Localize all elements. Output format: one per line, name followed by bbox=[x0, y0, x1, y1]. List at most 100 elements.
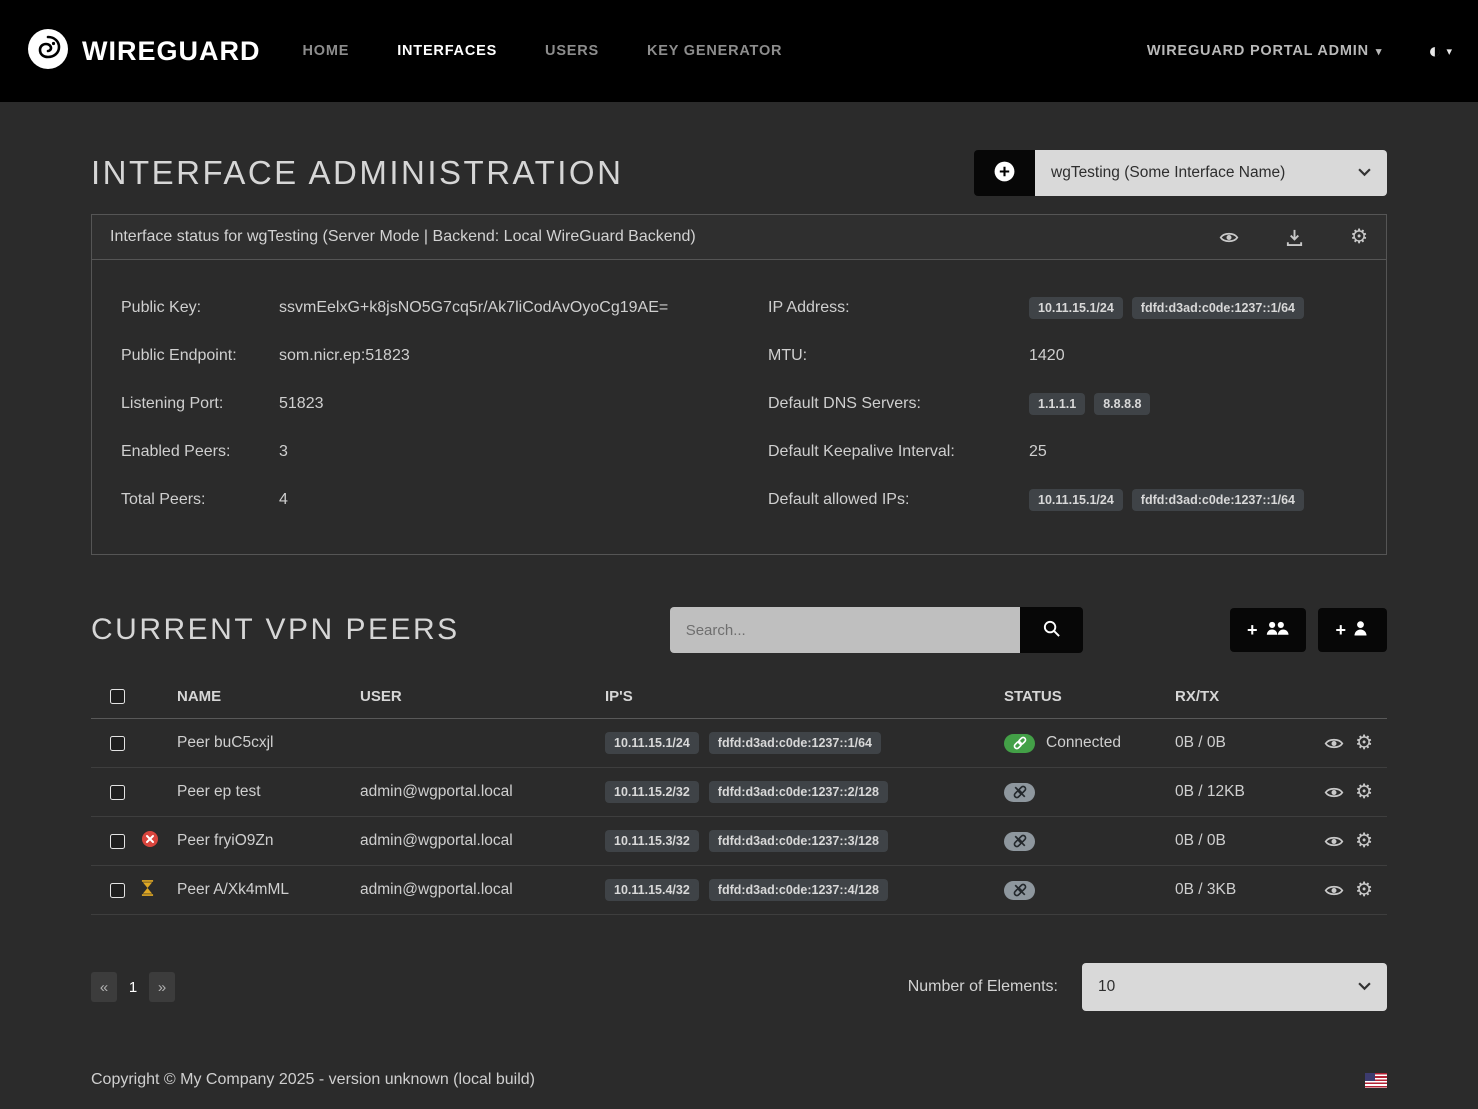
view-peer-eye-icon[interactable] bbox=[1324, 736, 1344, 751]
nav-item-users[interactable]: USERS bbox=[545, 43, 599, 59]
elements-per-page-select[interactable]: 10 bbox=[1082, 963, 1387, 1011]
detail-value: 3 bbox=[279, 443, 288, 461]
peer-actions: ⚙ bbox=[1317, 733, 1387, 753]
footer: Copyright © My Company 2025 - version un… bbox=[0, 1051, 1478, 1109]
show-config-eye-icon[interactable] bbox=[1219, 230, 1239, 245]
language-us-flag-icon[interactable] bbox=[1365, 1073, 1387, 1088]
header-ips: IP'S bbox=[605, 688, 1004, 705]
edit-peer-gear-icon[interactable]: ⚙ bbox=[1355, 782, 1373, 802]
header-name: NAME bbox=[177, 688, 360, 705]
peer-rxtx: 0B / 3KB bbox=[1175, 881, 1317, 899]
peer-table-row: Peer fryiO9Znadmin@wgportal.local10.11.1… bbox=[91, 817, 1387, 866]
view-peer-eye-icon[interactable] bbox=[1324, 834, 1344, 849]
user-menu-dropdown[interactable]: WIREGUARD PORTAL ADMIN ▾ bbox=[1147, 43, 1382, 59]
interface-detail-row: Public Key:ssvmEelxG+k8jsNO5G7cq5r/Ak7li… bbox=[121, 284, 715, 332]
edit-peer-gear-icon[interactable]: ⚙ bbox=[1355, 733, 1373, 753]
add-interface-button[interactable] bbox=[974, 150, 1035, 196]
chevron-down-icon: ▾ bbox=[1376, 45, 1382, 58]
brand[interactable]: WIREGUARD bbox=[26, 27, 261, 76]
select-all-checkbox[interactable] bbox=[110, 689, 125, 704]
interface-settings-gear-icon[interactable]: ⚙ bbox=[1350, 227, 1368, 247]
detail-label: Default Keepalive Interval: bbox=[768, 443, 1029, 461]
ip-badge: fdfd:d3ad:c0de:1237::2/128 bbox=[709, 781, 888, 803]
brand-wordmark: WIREGUARD bbox=[82, 36, 261, 67]
interface-details-left: Public Key:ssvmEelxG+k8jsNO5G7cq5r/Ak7li… bbox=[92, 284, 739, 524]
pagination-page-1[interactable]: 1 bbox=[120, 972, 146, 1002]
detail-label: Total Peers: bbox=[121, 491, 279, 509]
interface-detail-row: IP Address:10.11.15.1/24fdfd:d3ad:c0de:1… bbox=[768, 284, 1362, 332]
disconnected-link-slash-icon bbox=[1004, 832, 1035, 851]
peer-expired-icon bbox=[141, 830, 159, 853]
peer-status bbox=[1004, 832, 1175, 851]
interface-detail-row: Default DNS Servers:1.1.1.18.8.8.8 bbox=[768, 380, 1362, 428]
header-status: STATUS bbox=[1004, 688, 1175, 705]
peer-user: admin@wgportal.local bbox=[360, 783, 605, 801]
peer-status bbox=[1004, 783, 1175, 802]
peer-select-checkbox[interactable] bbox=[110, 785, 125, 800]
peer-search-input[interactable] bbox=[670, 607, 1020, 653]
peer-select-checkbox[interactable] bbox=[110, 736, 125, 751]
plus-icon: + bbox=[1335, 620, 1346, 641]
connected-link-icon bbox=[1004, 734, 1035, 753]
peer-state-icon-cell bbox=[141, 830, 177, 853]
detail-value: 1420 bbox=[1029, 347, 1065, 365]
add-multiple-peers-button[interactable]: + bbox=[1230, 608, 1307, 652]
view-peer-eye-icon[interactable] bbox=[1324, 785, 1344, 800]
disconnected-link-slash-icon bbox=[1004, 881, 1035, 900]
edit-peer-gear-icon[interactable]: ⚙ bbox=[1355, 880, 1373, 900]
pagination-next-button[interactable]: » bbox=[149, 972, 175, 1002]
interface-detail-row: Default allowed IPs:10.11.15.1/24fdfd:d3… bbox=[768, 476, 1362, 524]
nav-item-home[interactable]: HOME bbox=[303, 43, 350, 59]
peer-user: admin@wgportal.local bbox=[360, 832, 605, 850]
header-checkbox-cell bbox=[91, 689, 141, 704]
detail-label: Public Key: bbox=[121, 299, 279, 317]
peer-ips: 10.11.15.2/32 fdfd:d3ad:c0de:1237::2/128 bbox=[605, 781, 1004, 803]
detail-label: MTU: bbox=[768, 347, 1029, 365]
peer-select-checkbox[interactable] bbox=[110, 883, 125, 898]
user-menu-label: WIREGUARD PORTAL ADMIN bbox=[1147, 43, 1369, 59]
peer-select-checkbox[interactable] bbox=[110, 834, 125, 849]
detail-label: IP Address: bbox=[768, 299, 1029, 317]
peer-table-row: Peer buC5cxjl 10.11.15.1/24fdfd:d3ad:c0de… bbox=[91, 719, 1387, 768]
single-user-icon bbox=[1351, 619, 1370, 642]
chevron-down-icon bbox=[1358, 164, 1371, 182]
elements-per-page-label: Number of Elements: bbox=[908, 978, 1058, 996]
navbar: WIREGUARD HOME INTERFACES USERS KEY GENERAT… bbox=[0, 0, 1478, 102]
ip-badge: 10.11.15.1/24 bbox=[1029, 297, 1123, 319]
edit-peer-gear-icon[interactable]: ⚙ bbox=[1355, 831, 1373, 851]
interface-detail-row: Total Peers:4 bbox=[121, 476, 715, 524]
peer-table: NAME USER IP'S STATUS RX/TX Peer buC5cxj… bbox=[91, 675, 1387, 915]
disconnected-link-slash-icon bbox=[1004, 783, 1035, 802]
view-peer-eye-icon[interactable] bbox=[1324, 883, 1344, 898]
nav-item-key-generator[interactable]: KEY GENERATOR bbox=[647, 43, 782, 59]
detail-value: 51823 bbox=[279, 395, 324, 413]
ip-badge: fdfd:d3ad:c0de:1237::1/64 bbox=[1132, 489, 1304, 511]
nav-item-interfaces[interactable]: INTERFACES bbox=[397, 43, 497, 59]
add-peer-button[interactable]: + bbox=[1318, 608, 1387, 652]
ip-badge: 10.11.15.3/32 bbox=[605, 830, 699, 852]
interface-select[interactable]: wgTesting (Some Interface Name) bbox=[1035, 150, 1387, 196]
theme-toggle-dropdown[interactable]: ◐ ▾ bbox=[1428, 38, 1452, 64]
interface-select-value: wgTesting (Some Interface Name) bbox=[1051, 164, 1285, 182]
peer-state-icon-cell bbox=[141, 879, 177, 902]
pagination-prev-button[interactable]: « bbox=[91, 972, 117, 1002]
peer-ips: 10.11.15.1/24fdfd:d3ad:c0de:1237::1/64 bbox=[605, 732, 1004, 754]
detail-value: 10.11.15.1/24fdfd:d3ad:c0de:1237::1/64 bbox=[1029, 489, 1304, 511]
elements-per-page-value: 10 bbox=[1098, 978, 1115, 996]
interface-selector-group: wgTesting (Some Interface Name) bbox=[974, 150, 1387, 196]
peer-checkbox-cell bbox=[91, 736, 141, 751]
detail-label: Enabled Peers: bbox=[121, 443, 279, 461]
plus-circle-icon bbox=[993, 160, 1016, 186]
search-button[interactable] bbox=[1020, 607, 1083, 653]
peer-ips: 10.11.15.3/32 fdfd:d3ad:c0de:1237::3/128 bbox=[605, 830, 1004, 852]
header-rxtx: RX/TX bbox=[1175, 688, 1317, 705]
peer-name: Peer A/Xk4mML bbox=[177, 881, 360, 899]
download-config-icon[interactable] bbox=[1285, 228, 1304, 247]
peer-rxtx: 0B / 0B bbox=[1175, 832, 1317, 850]
header-user: USER bbox=[360, 688, 605, 705]
ip-badge: fdfd:d3ad:c0de:1237::3/128 bbox=[709, 830, 888, 852]
interface-detail-row: Listening Port:51823 bbox=[121, 380, 715, 428]
peer-name: Peer buC5cxjl bbox=[177, 734, 360, 752]
ip-badge: 10.11.15.2/32 bbox=[605, 781, 699, 803]
interface-detail-row: Enabled Peers:3 bbox=[121, 428, 715, 476]
